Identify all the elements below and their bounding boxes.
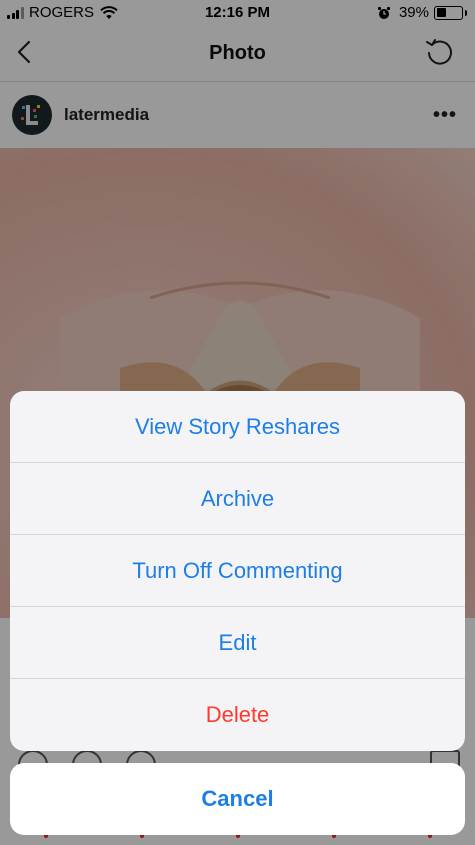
edit-button[interactable]: Edit [10, 607, 465, 679]
turn-off-commenting-button[interactable]: Turn Off Commenting [10, 535, 465, 607]
view-story-reshares-button[interactable]: View Story Reshares [10, 391, 465, 463]
cancel-button[interactable]: Cancel [10, 763, 465, 835]
action-sheet: View Story Reshares Archive Turn Off Com… [10, 391, 465, 751]
archive-button[interactable]: Archive [10, 463, 465, 535]
screen: ROGERS 12:16 PM 39% Photo latermedia •••… [0, 0, 475, 845]
delete-button[interactable]: Delete [10, 679, 465, 751]
